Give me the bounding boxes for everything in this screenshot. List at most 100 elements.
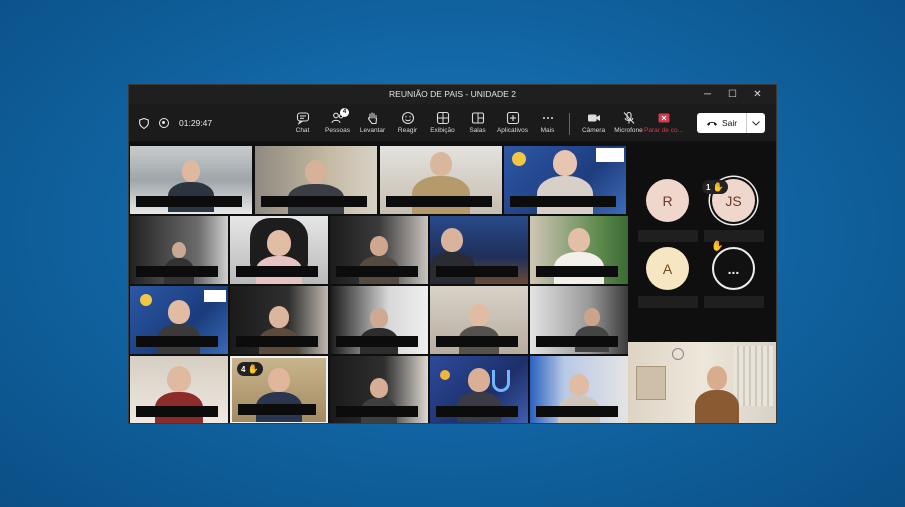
video-tile[interactable]	[330, 216, 428, 284]
window-controls: ─ ☐ ✕	[695, 85, 770, 104]
people-label: Pessoas	[325, 127, 350, 134]
participant-name-redacted	[336, 266, 418, 277]
recording-icon	[159, 118, 169, 128]
leave-options-dropdown[interactable]	[747, 113, 765, 133]
participant-name-redacted	[136, 196, 242, 207]
video-tile[interactable]	[530, 216, 628, 284]
apps-icon	[506, 111, 519, 125]
minimize-button[interactable]: ─	[695, 85, 720, 104]
more-participants-icon: ...	[727, 260, 740, 277]
video-tile[interactable]	[330, 286, 428, 354]
leave-button[interactable]: Sair	[697, 113, 747, 133]
chat-icon	[296, 112, 309, 125]
more-label: Mais	[540, 127, 555, 134]
participant-name-redacted	[536, 266, 618, 277]
chat-label: Chat	[295, 127, 310, 134]
rooms-button[interactable]: Salas	[460, 107, 495, 139]
participant-name-redacted	[638, 230, 698, 242]
raised-hand-indicator: 4 ✋	[237, 362, 263, 376]
participant-name-redacted	[704, 296, 764, 308]
more-icon	[542, 117, 553, 119]
participant-name-redacted	[336, 406, 418, 417]
video-tile[interactable]	[430, 356, 528, 423]
raised-hand-indicator: 1 ✋	[702, 180, 728, 194]
video-tile[interactable]	[230, 216, 328, 284]
raise-hand-icon	[367, 112, 377, 125]
video-tile[interactable]	[504, 146, 626, 214]
toolbar-buttons: Chat 4 Pessoas Levantar Reagir Exibição	[285, 107, 684, 139]
chevron-down-icon	[752, 120, 760, 126]
microphone-button[interactable]: Microfone	[611, 107, 646, 139]
participant-name-redacted	[238, 404, 316, 415]
video-tile[interactable]	[380, 146, 502, 214]
meeting-timer: 01:29:47	[179, 118, 213, 128]
participant-name-redacted	[536, 406, 618, 417]
avatar-initials: JS	[725, 192, 742, 209]
close-button[interactable]: ✕	[745, 85, 770, 104]
rooms-icon	[471, 112, 484, 124]
participant-name-redacted	[136, 406, 218, 417]
overflow-participants-panel: R JS 1 ✋ A ... ✋	[632, 146, 776, 342]
video-tile-raised-hand[interactable]: 4 ✋	[230, 356, 328, 423]
participant-name-redacted	[386, 196, 492, 207]
video-tile[interactable]	[530, 286, 628, 354]
participant-avatar[interactable]: R	[646, 179, 689, 222]
video-tile[interactable]	[255, 146, 377, 214]
raised-hand-icon: ✋	[712, 181, 724, 192]
video-tile[interactable]	[230, 286, 328, 354]
raised-hand-icon: ✋	[247, 363, 259, 374]
stop-share-label: Parar de co...	[643, 127, 684, 134]
raised-hand-icon: ✋	[711, 241, 724, 252]
camera-icon	[587, 114, 600, 122]
camera-button[interactable]: Câmera	[576, 107, 611, 139]
participant-name-redacted	[136, 336, 218, 347]
view-button[interactable]: Exibição	[425, 107, 460, 139]
stop-share-button[interactable]: Parar de co...	[643, 107, 684, 139]
video-tile[interactable]	[430, 216, 528, 284]
chat-button[interactable]: Chat	[285, 107, 320, 139]
people-count-badge: 4	[340, 108, 349, 117]
avatar-initials: A	[662, 260, 673, 277]
view-icon	[436, 111, 449, 125]
leave-label: Sair	[721, 118, 738, 128]
participant-name-redacted	[638, 296, 698, 308]
meeting-toolbar: 01:29:47 Chat 4 Pessoas Levantar Reagir	[129, 104, 776, 142]
people-button[interactable]: 4 Pessoas	[320, 107, 355, 139]
participant-avatar[interactable]: A	[646, 247, 689, 290]
video-tile[interactable]	[130, 216, 228, 284]
video-tile[interactable]	[130, 356, 228, 423]
raise-hand-label: Levantar	[359, 127, 386, 134]
participant-name-redacted	[436, 266, 518, 277]
meeting-window: REUNIÃO DE PAIS - UNIDADE 2 ─ ☐ ✕ 01:29:…	[128, 84, 777, 424]
participant-name-redacted	[436, 336, 518, 347]
video-tile[interactable]	[330, 356, 428, 423]
more-button[interactable]: Mais	[530, 107, 565, 139]
react-button[interactable]: Reagir	[390, 107, 425, 139]
shield-icon	[139, 117, 149, 129]
video-tile[interactable]	[530, 356, 628, 423]
participant-name-redacted	[236, 336, 318, 347]
raise-hand-button[interactable]: Levantar	[355, 107, 390, 139]
maximize-button[interactable]: ☐	[720, 85, 745, 104]
participant-name-redacted	[436, 406, 518, 417]
participant-name-redacted	[261, 196, 367, 207]
toolbar-divider	[569, 113, 570, 135]
participant-name-redacted	[336, 336, 418, 347]
participant-name-redacted	[136, 266, 218, 277]
rooms-label: Salas	[469, 127, 486, 134]
apps-button[interactable]: Aplicativos	[495, 107, 530, 139]
self-video-tile[interactable]	[628, 342, 776, 423]
video-tile[interactable]	[430, 286, 528, 354]
video-tile[interactable]	[130, 146, 252, 214]
participant-name-redacted	[510, 196, 616, 207]
title-bar: REUNIÃO DE PAIS - UNIDADE 2 ─ ☐ ✕	[129, 85, 776, 104]
video-tile[interactable]	[130, 286, 228, 354]
leave-control: Sair	[697, 113, 765, 133]
stop-share-icon	[658, 113, 669, 123]
participant-name-redacted	[236, 266, 318, 277]
participant-name-redacted	[536, 336, 618, 347]
camera-label: Câmera	[581, 127, 606, 134]
more-participants-button[interactable]: ...	[712, 247, 755, 290]
apps-label: Aplicativos	[496, 127, 529, 134]
react-label: Reagir	[397, 127, 418, 134]
